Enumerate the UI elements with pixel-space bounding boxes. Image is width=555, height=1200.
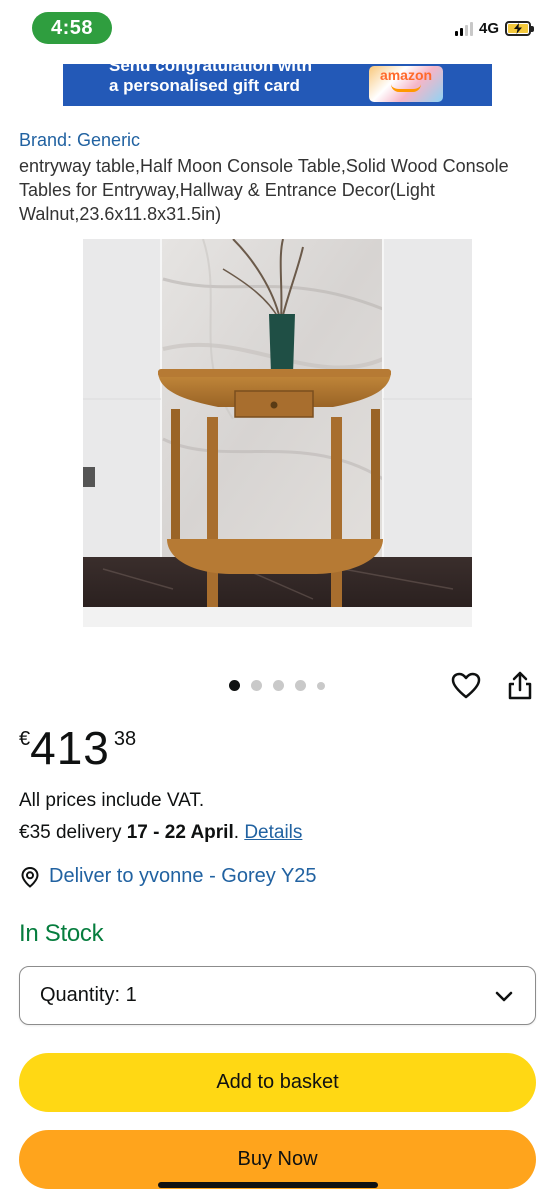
carousel-dot[interactable] — [295, 680, 306, 691]
quantity-label: Quantity: 1 — [40, 984, 137, 1006]
location-pin-icon — [21, 866, 39, 888]
add-to-basket-button[interactable]: Add to basket — [19, 1053, 536, 1112]
vat-note: All prices include VAT. — [19, 790, 205, 811]
status-time: 4:58 — [32, 12, 112, 44]
status-indicators: 4G — [454, 20, 534, 37]
price-fraction: 38 — [113, 728, 137, 750]
price: € 413 38 — [19, 722, 136, 774]
stock-status: In Stock — [19, 920, 104, 947]
banner-line-2: a personalised gift card — [109, 76, 300, 95]
brand-link[interactable]: Brand: Generic — [19, 130, 140, 151]
heart-icon[interactable] — [450, 670, 482, 702]
share-icon[interactable] — [505, 670, 535, 702]
chevron-down-icon — [495, 991, 513, 1001]
status-bar: 4:58 4G — [0, 0, 555, 60]
product-image[interactable] — [83, 239, 472, 627]
gift-card-image: amazon — [369, 66, 443, 102]
gift-card-banner[interactable]: Send congratulation with a personalised … — [63, 64, 492, 106]
amazon-smile-icon — [391, 84, 421, 92]
battery-charging-icon — [505, 21, 534, 36]
carousel-dot-active[interactable] — [229, 680, 240, 691]
carousel-dot[interactable] — [273, 680, 284, 691]
buy-now-button[interactable]: Buy Now — [19, 1130, 536, 1189]
deliver-to-link[interactable]: Deliver to yvonne - Gorey Y25 — [19, 865, 317, 888]
gift-card-brand: amazon — [379, 67, 433, 83]
delivery-dates: 17 - 22 April — [126, 822, 234, 843]
delivery-cost: €35 delivery — [19, 822, 127, 843]
carousel-dot[interactable] — [251, 680, 262, 691]
banner-line-1: Send congratulation with — [109, 64, 313, 75]
signal-bars-icon — [454, 21, 473, 36]
quantity-value: 1 — [125, 984, 137, 1006]
delivery-details-link[interactable]: Details — [244, 822, 302, 843]
price-whole: 413 — [30, 722, 110, 774]
home-indicator[interactable] — [158, 1182, 378, 1188]
network-type: 4G — [478, 20, 499, 37]
carousel-dot[interactable] — [317, 681, 325, 690]
image-carousel-dots[interactable] — [229, 680, 325, 691]
delivery-suffix: . — [233, 822, 245, 843]
product-title: entryway table,Half Moon Console Table,S… — [19, 156, 509, 224]
delivery-info: €35 delivery 17 - 22 April. Details — [19, 822, 302, 844]
deliver-to-text: Deliver to yvonne - Gorey Y25 — [49, 865, 317, 887]
price-currency: € — [19, 728, 31, 750]
quantity-dropdown[interactable]: Quantity: 1 — [19, 966, 536, 1025]
half-moon-console-table-photo — [83, 239, 472, 627]
